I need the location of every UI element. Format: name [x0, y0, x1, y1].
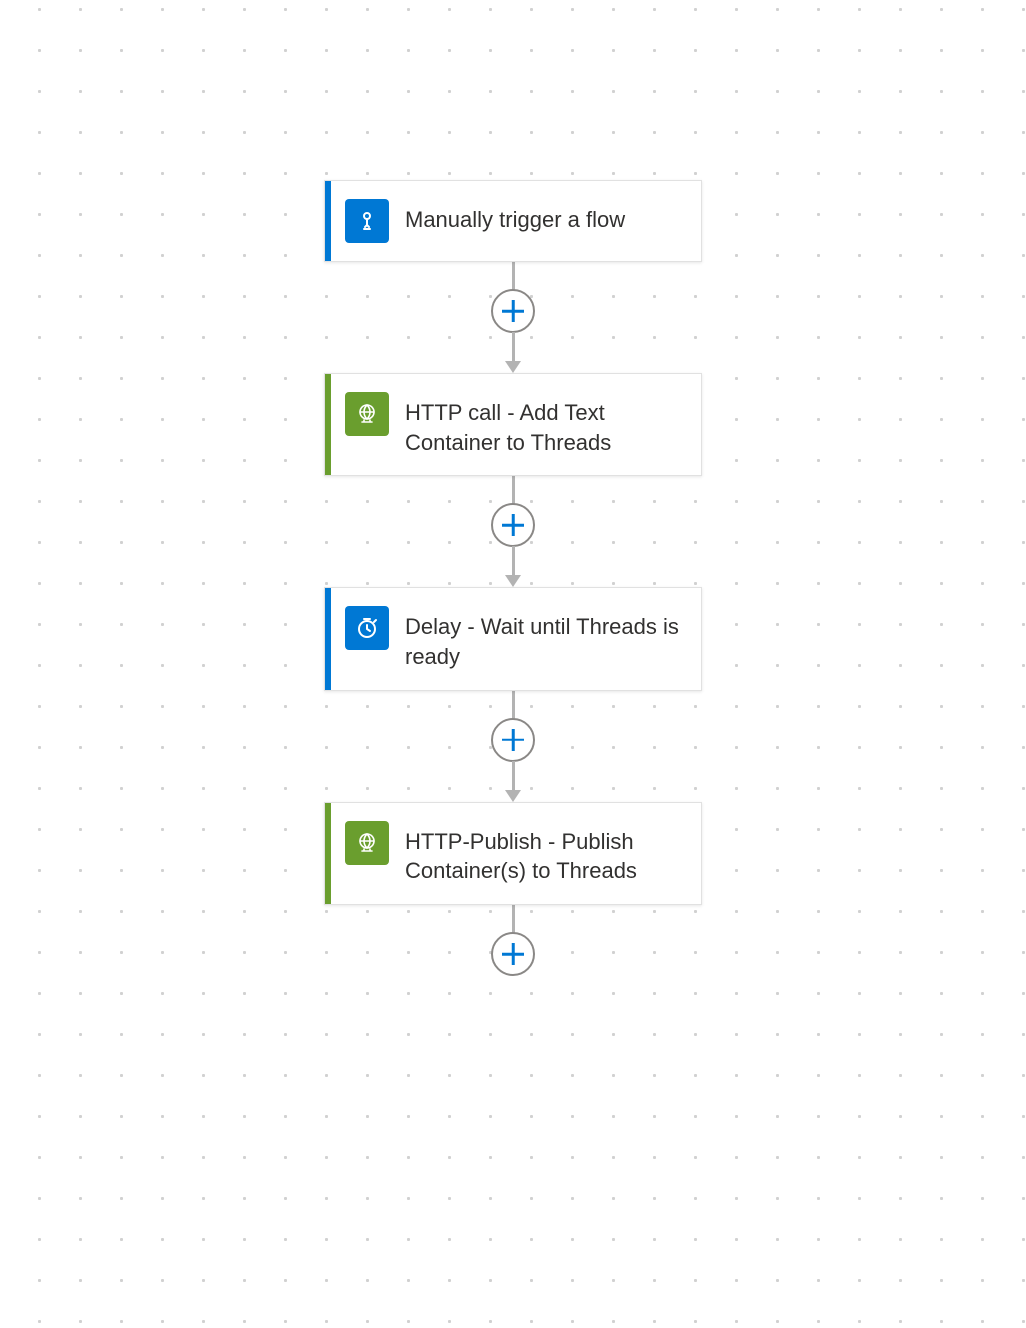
flow-container: Manually trigger a flow HTTP call - Add …: [0, 0, 1026, 1328]
connector: [512, 691, 515, 719]
plus-icon: [502, 943, 524, 965]
connector: [505, 332, 521, 373]
touch-icon: [345, 199, 389, 243]
node-label: Manually trigger a flow: [405, 199, 625, 235]
clock-icon: [345, 606, 389, 650]
connector: [512, 905, 515, 933]
node-label: Delay - Wait until Threads is ready: [405, 606, 683, 671]
node-label: HTTP call - Add Text Container to Thread…: [405, 392, 683, 457]
node-label: HTTP-Publish - Publish Container(s) to T…: [405, 821, 683, 886]
add-step-button[interactable]: [491, 932, 535, 976]
plus-icon: [502, 300, 524, 322]
plus-icon: [502, 514, 524, 536]
add-step-button[interactable]: [491, 503, 535, 547]
plus-icon: [502, 729, 524, 751]
node-http-add[interactable]: HTTP call - Add Text Container to Thread…: [324, 373, 702, 476]
node-trigger[interactable]: Manually trigger a flow: [324, 180, 702, 262]
connector: [512, 262, 515, 290]
globe-icon: [345, 392, 389, 436]
globe-icon: [345, 821, 389, 865]
add-step-button[interactable]: [491, 718, 535, 762]
node-http-publish[interactable]: HTTP-Publish - Publish Container(s) to T…: [324, 802, 702, 905]
add-step-button[interactable]: [491, 289, 535, 333]
node-delay[interactable]: Delay - Wait until Threads is ready: [324, 587, 702, 690]
connector: [505, 761, 521, 802]
connector: [512, 476, 515, 504]
connector: [505, 546, 521, 587]
